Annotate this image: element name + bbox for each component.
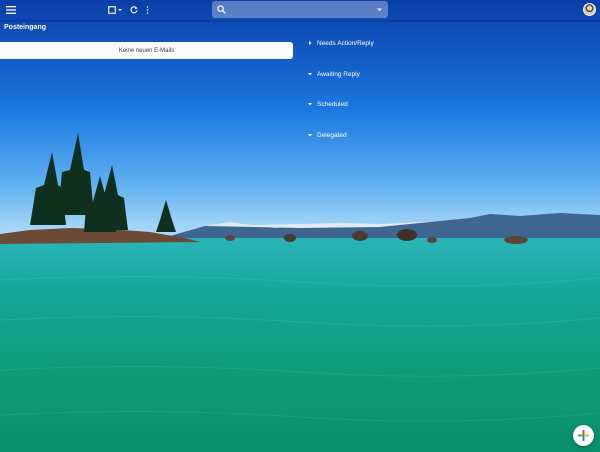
chevron-right-icon — [309, 41, 312, 45]
category-label: Scheduled — [317, 100, 348, 108]
category-awaiting-reply[interactable]: Awaiting Reply — [307, 69, 360, 79]
category-label: Awaiting Reply — [317, 70, 360, 78]
compose-button[interactable] — [573, 425, 594, 446]
background-wallpaper — [0, 0, 600, 452]
search-icon[interactable] — [217, 5, 226, 14]
empty-inbox-message: Keine neuen E-Mails — [118, 47, 175, 54]
category-delegated[interactable]: Delegated — [307, 130, 347, 140]
search-options-chevron-down-icon[interactable] — [376, 6, 383, 13]
refresh-icon[interactable] — [128, 3, 140, 17]
category-label: Delegated — [317, 131, 347, 139]
plus-icon — [578, 430, 589, 441]
chevron-down-icon — [308, 103, 312, 106]
category-label: Needs Action/Reply — [317, 39, 374, 47]
account-avatar[interactable] — [583, 3, 596, 16]
search-bar[interactable] — [212, 1, 388, 19]
search-input[interactable] — [228, 2, 372, 19]
chevron-down-icon — [308, 73, 312, 76]
inbox-title: Posteingang — [4, 24, 47, 31]
select-checkbox-icon[interactable] — [107, 3, 123, 17]
category-needs-action-reply[interactable]: Needs Action/Reply — [307, 38, 374, 48]
chevron-down-icon — [308, 134, 312, 137]
menu-icon[interactable] — [4, 3, 18, 17]
more-vert-icon[interactable] — [142, 3, 152, 17]
category-scheduled[interactable]: Scheduled — [307, 99, 348, 109]
top-toolbar — [0, 0, 600, 20]
empty-inbox-card: Keine neuen E-Mails — [0, 42, 293, 59]
